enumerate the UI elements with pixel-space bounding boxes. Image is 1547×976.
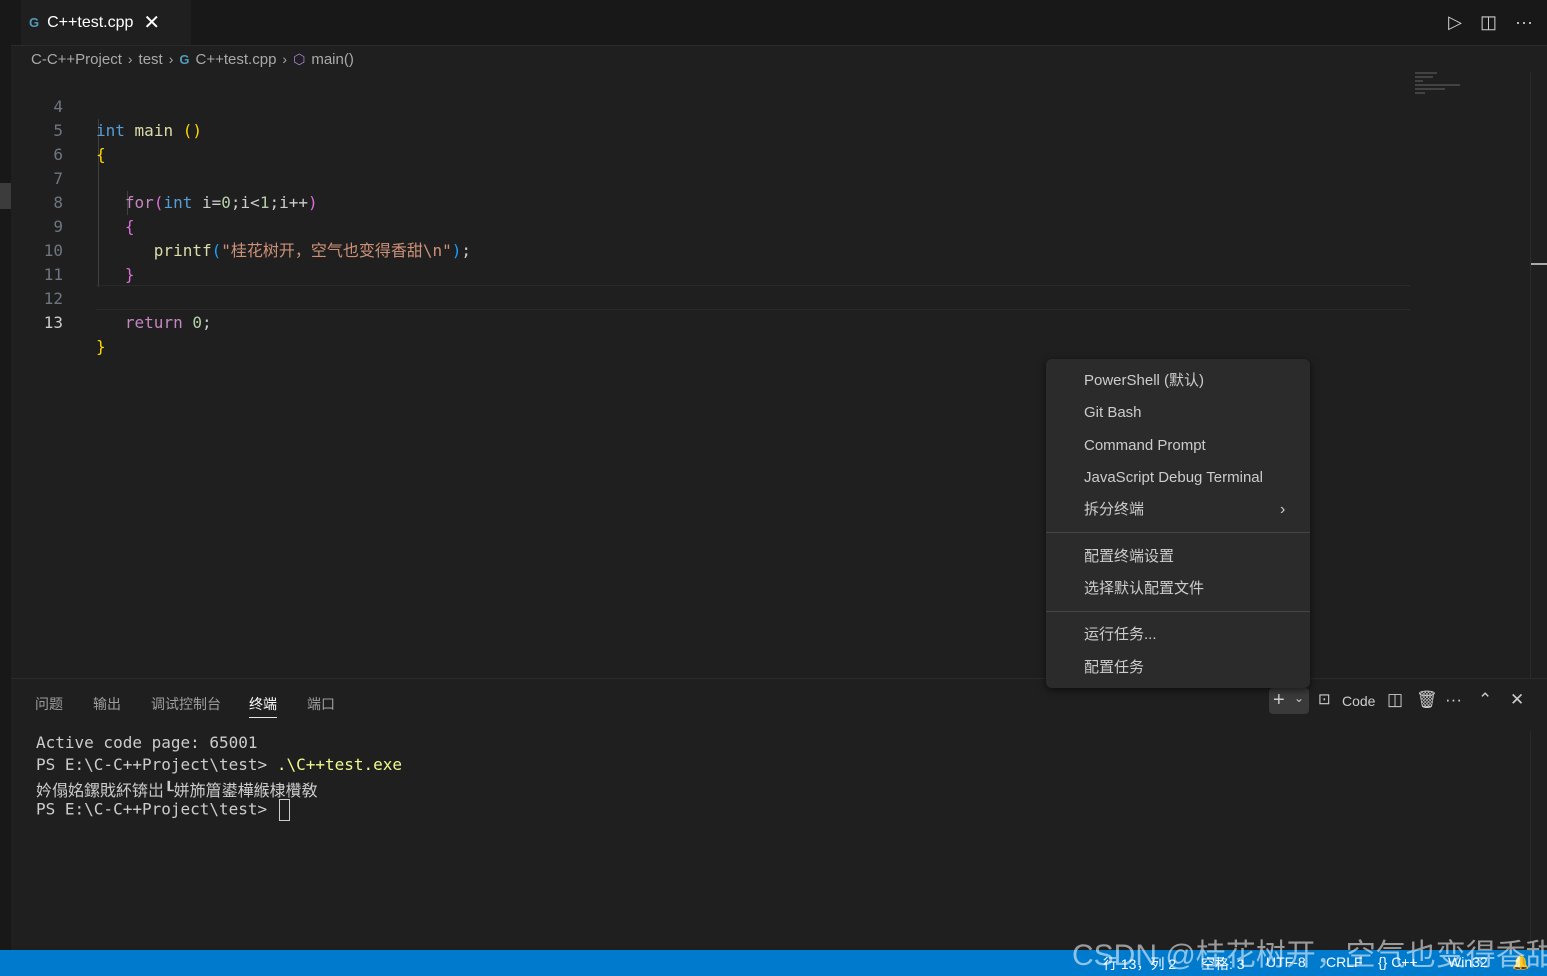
chevron-right-icon: › — [282, 51, 288, 67]
symbol-method-icon: ⬡ — [293, 50, 306, 67]
activity-bar — [0, 0, 11, 950]
terminal-prompt: PS E:\C-C++Project\test> — [36, 755, 277, 774]
new-terminal-button[interactable]: + ⌄ — [1269, 688, 1309, 714]
breadcrumb-symbol[interactable]: main() — [311, 51, 354, 68]
terminal-line: Active code page: 65001 — [36, 733, 258, 752]
terminal-output: 妗傝姳鏍戝紑锛岀┖姘斾篃鍙樺緱棣欑敎 — [36, 781, 318, 800]
editor-actions: ▷ ◫ ··· — [1448, 12, 1533, 33]
code-line: 5 { — [11, 95, 1411, 164]
chevron-right-icon: › — [127, 51, 133, 67]
code-line: 6 — [11, 119, 1411, 164]
scrollbar-marker — [1531, 263, 1547, 265]
menu-item-git-bash[interactable]: Git Bash — [1084, 401, 1142, 425]
menu-item-powershell[interactable]: PowerShell (默认) — [1084, 369, 1204, 393]
code-line: 4 int main () — [11, 71, 1411, 140]
close-panel-icon[interactable]: ✕ — [1510, 690, 1524, 710]
code-line: 11 — [11, 239, 1411, 284]
tab-debug-console[interactable]: 调试控制台 — [151, 694, 221, 714]
breadcrumb: C-C++Project › test › G C++test.cpp › ⬡ … — [31, 47, 354, 71]
tab-cpp-file[interactable]: G C++test.cpp ✕ — [21, 0, 191, 45]
more-icon[interactable]: ··· — [1445, 690, 1462, 710]
editor-scrollbar[interactable] — [1530, 72, 1547, 678]
split-terminal-icon[interactable]: ◫ — [1387, 690, 1403, 710]
terminal-line: PS E:\C-C++Project\test> .\C++test.exe — [36, 755, 402, 774]
watermark: CSDN @桂花树开，空气也变得香甜 — [1072, 939, 1547, 972]
activity-indicator — [0, 183, 11, 209]
menu-item-split-terminal[interactable]: 拆分终端 › — [1084, 498, 1294, 522]
more-actions-icon[interactable]: ··· — [1515, 12, 1533, 33]
breadcrumb-folder[interactable]: C-C++Project — [31, 51, 122, 68]
menu-item-label: 拆分终端 — [1084, 501, 1145, 518]
tab-output[interactable]: 输出 — [93, 694, 121, 714]
chevron-right-icon: › — [168, 51, 174, 67]
terminal-prompt: PS E:\C-C++Project\test> — [36, 799, 277, 819]
code-line: 13 } — [11, 287, 1411, 356]
terminal-instance-name[interactable]: Code — [1342, 693, 1375, 709]
cpp-file-icon: G — [29, 15, 40, 30]
minimap[interactable] — [1415, 72, 1475, 102]
tab-bar: G C++test.cpp ✕ ▷ ◫ ··· — [11, 0, 1547, 46]
line-number: 13 — [43, 313, 63, 332]
code-line: 7 for(int i=0;i<1;i++) — [11, 143, 1411, 212]
new-terminal-menu: PowerShell (默认) Git Bash Command Prompt … — [1046, 359, 1310, 688]
terminal-icon: ⊡ — [1318, 691, 1331, 708]
menu-separator — [1046, 532, 1310, 533]
menu-item-configure-terminal-settings[interactable]: 配置终端设置 — [1084, 545, 1174, 569]
maximize-panel-icon[interactable]: ⌃ — [1478, 690, 1492, 710]
terminal-scrollbar[interactable] — [1530, 731, 1547, 946]
breadcrumb-file[interactable]: C++test.cpp — [196, 51, 277, 68]
tab-problems[interactable]: 问题 — [35, 694, 63, 714]
menu-item-command-prompt[interactable]: Command Prompt — [1084, 434, 1206, 458]
breadcrumb-subfolder[interactable]: test — [139, 51, 163, 68]
menu-separator — [1046, 611, 1310, 612]
code-line: 8 { — [11, 167, 1411, 236]
chevron-down-icon[interactable]: ⌄ — [1294, 691, 1304, 705]
terminal-line[interactable]: PS E:\C-C++Project\test> — [36, 799, 290, 821]
terminal-command: .\C++test.exe — [276, 755, 403, 774]
menu-item-js-debug-terminal[interactable]: JavaScript Debug Terminal — [1084, 466, 1263, 490]
code-line: 9 printf("桂花树开，空气也变得香甜\n"); — [11, 191, 1411, 260]
run-icon[interactable]: ▷ — [1448, 12, 1462, 33]
code-line: 10 } — [11, 215, 1411, 284]
code-line: 12 return 0; — [11, 263, 1411, 332]
tab-title: C++test.cpp — [47, 13, 134, 31]
tab-terminal[interactable]: 终端 — [249, 694, 277, 718]
menu-item-select-default-profile[interactable]: 选择默认配置文件 — [1084, 577, 1204, 601]
bottom-panel: 问题 输出 调试控制台 终端 端口 + ⌄ ⊡ Code ◫ 🗑 ··· ⌃ ✕… — [11, 678, 1547, 951]
chevron-right-icon: › — [1280, 501, 1286, 518]
cpp-file-icon: G — [179, 51, 190, 67]
split-editor-icon[interactable]: ◫ — [1480, 12, 1497, 33]
menu-item-run-task[interactable]: 运行任务... — [1084, 623, 1157, 647]
plus-icon[interactable]: + — [1273, 689, 1285, 712]
tab-ports[interactable]: 端口 — [307, 694, 335, 714]
trash-icon[interactable]: 🗑 — [1416, 690, 1438, 710]
menu-item-configure-tasks[interactable]: 配置任务 — [1084, 656, 1144, 680]
terminal-cursor — [278, 799, 290, 821]
close-icon[interactable]: ✕ — [143, 13, 160, 33]
